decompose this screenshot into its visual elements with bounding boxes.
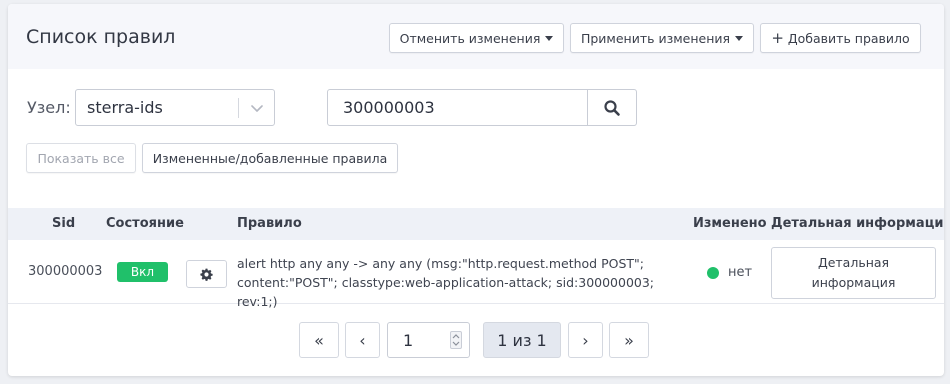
add-rule-label: Добавить правило: [787, 30, 910, 46]
node-label: Узел:: [27, 98, 71, 117]
details-label-line: Детальная: [817, 255, 890, 270]
stepper-arrows-icon: [452, 334, 460, 346]
caret-down-icon: [735, 36, 744, 41]
rule-text: alert http any any -> any any (msg:"http…: [237, 254, 697, 311]
select-divider: [238, 98, 239, 118]
double-chevron-left-icon: «: [314, 330, 324, 350]
page-title: Список правил: [26, 26, 176, 48]
details-label-line: информация: [811, 275, 896, 290]
search-input[interactable]: [328, 90, 586, 125]
plus-icon: +: [771, 28, 784, 47]
column-header-details: Детальная информация: [771, 216, 944, 231]
pagination: « ‹ 1 1 из 1 › »: [8, 322, 944, 358]
column-header-sid[interactable]: Sid: [52, 216, 75, 231]
chevron-right-icon: ›: [582, 330, 589, 350]
changed-rules-button[interactable]: Измененные/добавленные правила: [142, 143, 398, 173]
show-all-button[interactable]: Показать все: [26, 143, 136, 173]
table-row: 300000003 Вкл alert http any any -> any …: [8, 240, 944, 309]
double-chevron-right-icon: »: [624, 330, 634, 350]
changed-cell: нет: [728, 265, 753, 280]
sid-cell: 300000003: [28, 264, 103, 279]
apply-changes-dropdown[interactable]: Применить изменения: [570, 23, 754, 53]
search-box: [327, 89, 637, 126]
rules-panel: Список правил Отменить изменения Примени…: [8, 4, 944, 376]
rule-text-line: alert http any any -> any any (msg:"http…: [237, 256, 644, 271]
chevron-down-icon: [251, 105, 263, 112]
last-page-button[interactable]: »: [609, 322, 649, 358]
page-status: 1 из 1: [483, 322, 561, 358]
status-badge[interactable]: Вкл: [117, 262, 168, 282]
column-header-rule[interactable]: Правило: [237, 216, 302, 231]
changed-status-dot: [707, 267, 719, 279]
search-icon: [604, 99, 620, 116]
chevron-left-icon: ‹: [359, 330, 366, 350]
discard-changes-label: Отменить изменения: [399, 30, 541, 46]
page-number-value: 1: [403, 331, 414, 350]
table-header: Sid Состояние Правило Изменено Детальная…: [8, 208, 944, 240]
details-button[interactable]: Детальная информация: [771, 247, 936, 299]
apply-changes-label: Применить изменения: [580, 30, 731, 46]
rule-settings-button[interactable]: [186, 260, 227, 288]
changed-rules-label: Измененные/добавленные правила: [152, 150, 388, 166]
add-rule-button[interactable]: + Добавить правило: [760, 23, 921, 53]
next-page-button[interactable]: ›: [568, 322, 603, 358]
column-header-state[interactable]: Состояние: [106, 216, 184, 231]
prev-page-button[interactable]: ‹: [345, 322, 380, 358]
page-number-input[interactable]: 1: [387, 322, 470, 358]
caret-down-icon: [545, 36, 554, 41]
discard-changes-dropdown[interactable]: Отменить изменения: [389, 23, 564, 53]
search-button[interactable]: [587, 90, 636, 125]
column-header-changed[interactable]: Изменено: [693, 216, 767, 231]
rule-text-line: content:"POST"; classtype:web-applicatio…: [237, 275, 655, 309]
node-select[interactable]: sterra-ids: [75, 89, 275, 126]
show-all-label: Показать все: [37, 150, 125, 166]
panel-header: Список правил Отменить изменения Примени…: [8, 4, 944, 69]
node-select-value: sterra-ids: [87, 98, 163, 117]
page-stepper[interactable]: [450, 331, 462, 349]
first-page-button[interactable]: «: [299, 322, 339, 358]
gear-icon: [200, 268, 213, 281]
